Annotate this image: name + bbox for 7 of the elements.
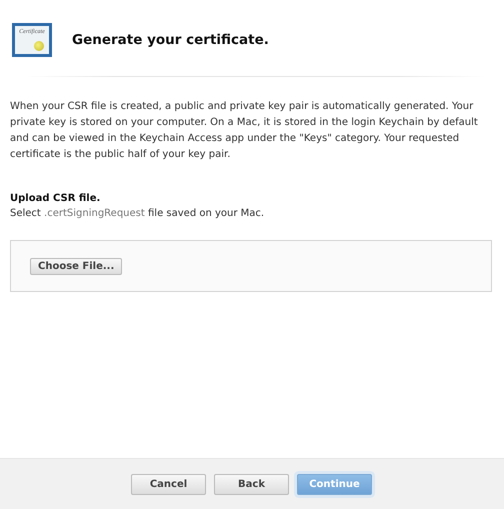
description-text: When your CSR file is created, a public and private key pair is automatically generated. Your private key is stored on your computer. On a Mac, it is stored in the login Keychain by default and can be viewed in the Keychain Access app under the "Keys" category. Your requested certificate is the public half of your key pair. <box>10 100 479 162</box>
upload-heading: Upload CSR file. <box>10 193 102 204</box>
page-title: Generate your certificate. <box>72 32 269 48</box>
upload-instruction: Select .certSigningRequest file saved on your Mac. <box>10 208 266 219</box>
choose-file-button[interactable]: Choose File... <box>30 258 122 274</box>
secondary-button[interactable]: Cancel <box>131 474 206 494</box>
secondary-button[interactable]: Back <box>214 474 289 494</box>
